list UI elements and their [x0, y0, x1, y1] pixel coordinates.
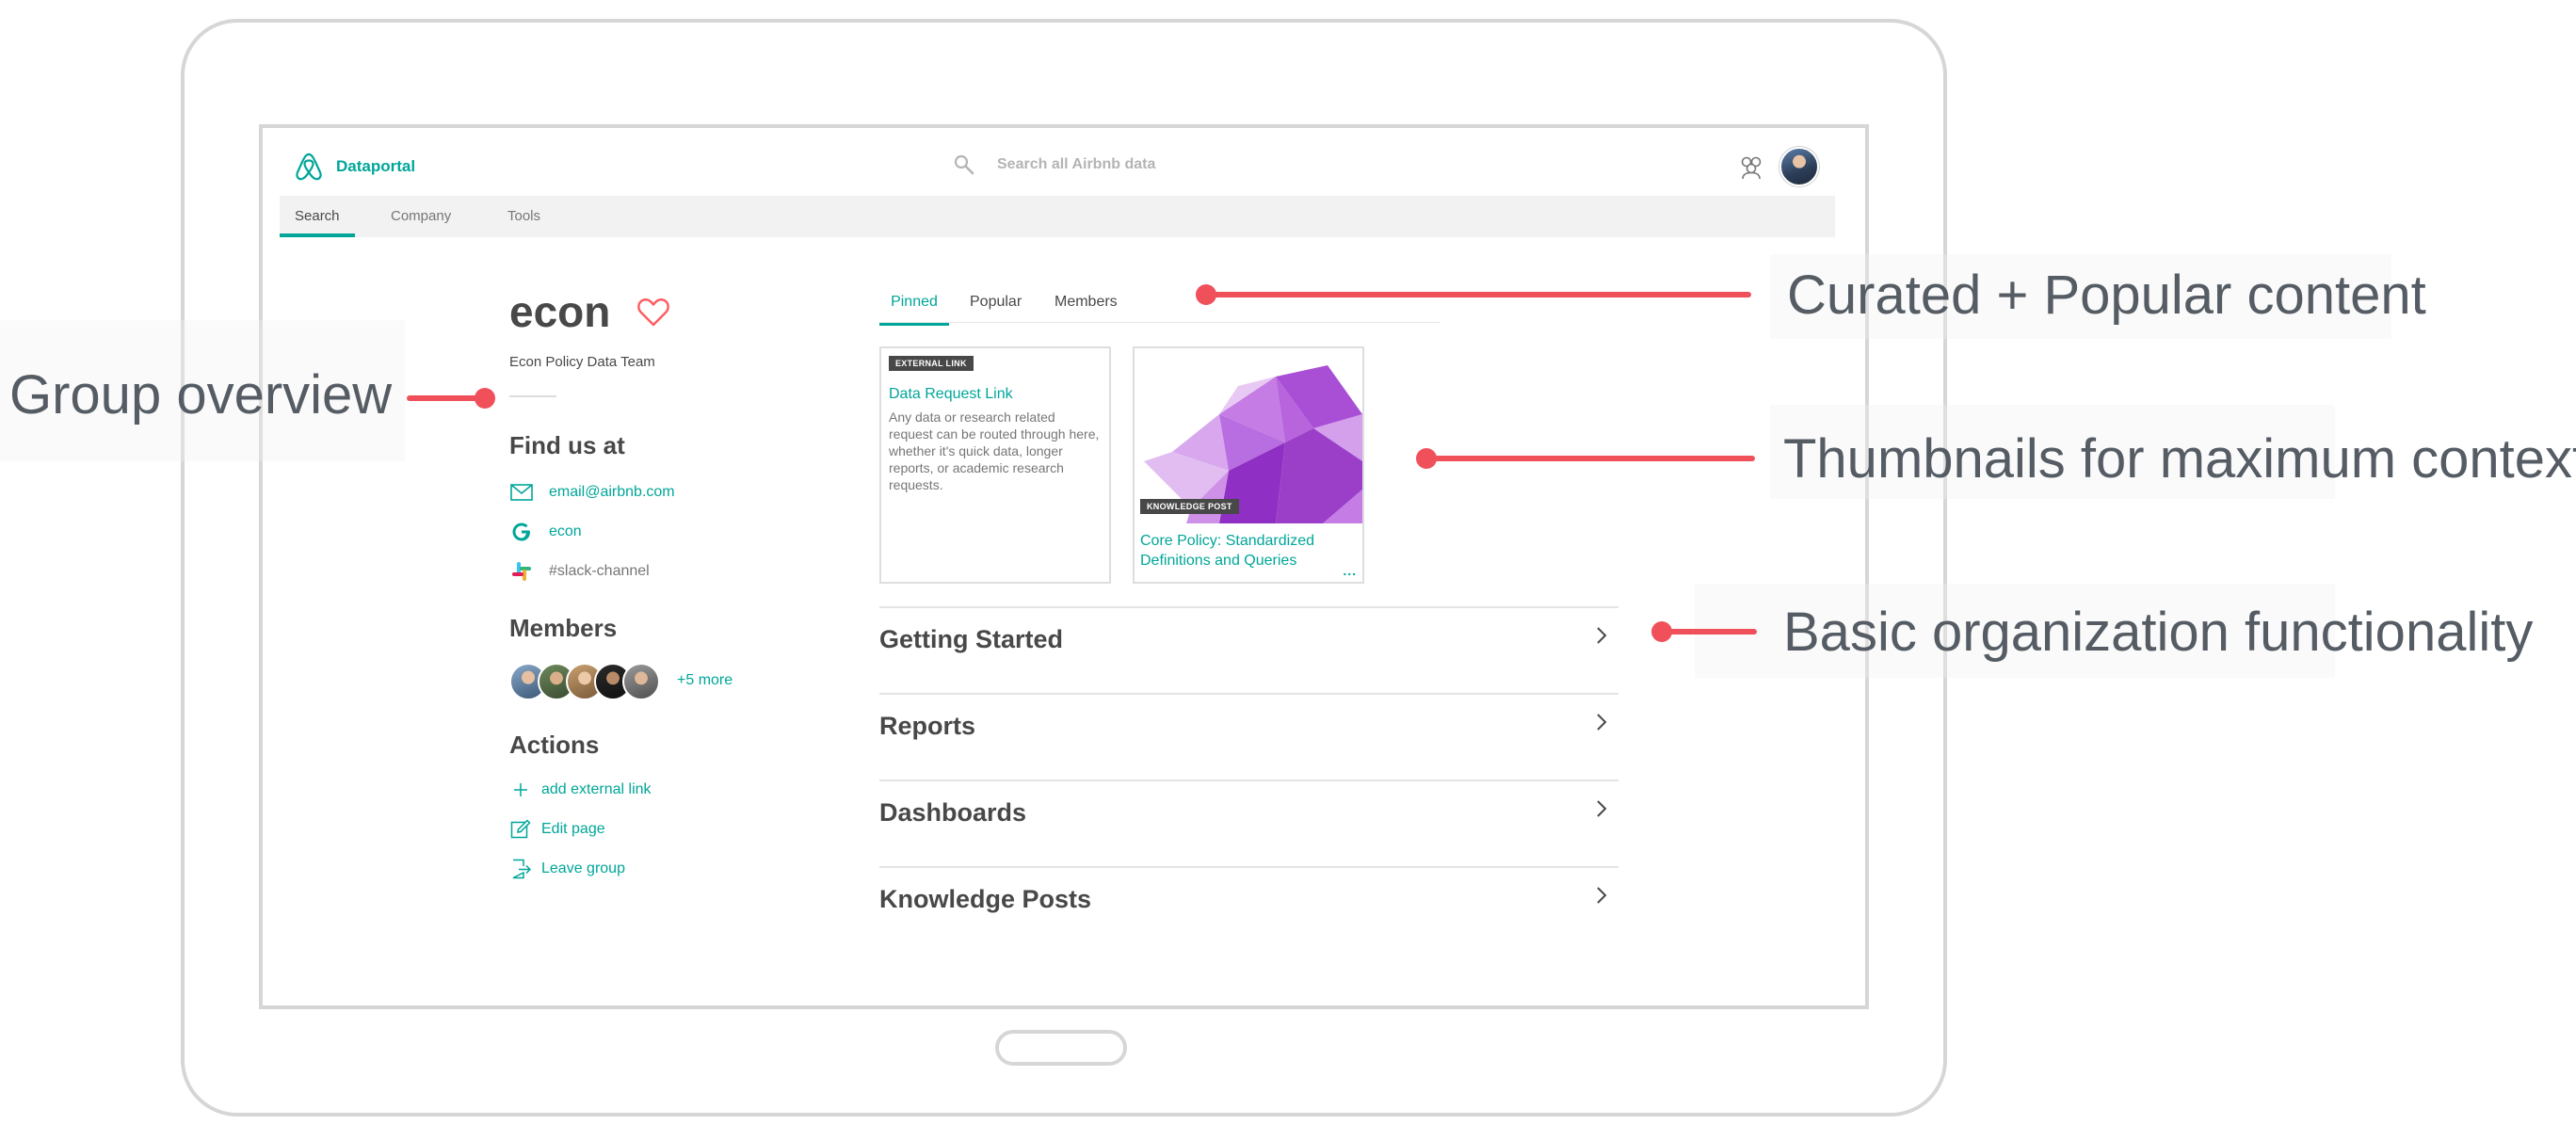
- user-avatar[interactable]: [1779, 147, 1819, 186]
- pinned-card-knowledge-post[interactable]: KNOWLEDGE POST Core Policy: Standardized…: [1133, 346, 1364, 584]
- tabs-divider: [879, 322, 1440, 323]
- divider: [509, 395, 556, 397]
- contact-google-group[interactable]: econ: [509, 520, 582, 544]
- tab-popular[interactable]: Popular: [970, 286, 1022, 326]
- section-row[interactable]: Knowledge Posts: [879, 866, 1618, 953]
- knowledge-post-tag: KNOWLEDGE POST: [1140, 499, 1239, 514]
- section-row[interactable]: Dashboards: [879, 779, 1618, 866]
- edit-page-action[interactable]: Edit page: [509, 817, 605, 842]
- annotation-connector: [1207, 292, 1751, 297]
- action-label[interactable]: Leave group: [541, 860, 625, 877]
- app-screen: Dataportal Search Company Tools econ Eco…: [259, 124, 1869, 1009]
- group-title: econ: [509, 287, 611, 336]
- contact-email[interactable]: email@airbnb.com: [509, 480, 675, 505]
- card-description: Any data or research related request can…: [889, 410, 1100, 492]
- tab-pinned[interactable]: Pinned: [879, 286, 949, 326]
- more-members-link[interactable]: +5 more: [677, 672, 733, 689]
- search-icon: [954, 154, 974, 175]
- section-label[interactable]: Knowledge Posts: [879, 885, 1091, 914]
- google-group-link[interactable]: econ: [549, 523, 582, 540]
- action-label[interactable]: Edit page: [541, 821, 605, 838]
- annotation-connector: [1427, 456, 1755, 461]
- section-label[interactable]: Dashboards: [879, 798, 1026, 828]
- member-avatars[interactable]: [509, 663, 660, 700]
- avatar[interactable]: [622, 663, 660, 700]
- annotation-connector: [1663, 629, 1757, 635]
- leave-icon: [509, 858, 532, 880]
- chevron-right-icon: [1597, 714, 1607, 731]
- action-label[interactable]: add external link: [541, 781, 652, 798]
- nav-tab-search[interactable]: Search: [280, 196, 355, 237]
- group-subtitle: Econ Policy Data Team: [509, 354, 655, 370]
- section-label[interactable]: Reports: [879, 712, 975, 741]
- add-external-link-action[interactable]: add external link: [509, 778, 652, 802]
- top-header: Dataportal: [263, 128, 1865, 200]
- slack-channel-link[interactable]: #slack-channel: [549, 563, 650, 580]
- envelope-icon: [509, 481, 534, 504]
- nav-tab-company[interactable]: Company: [376, 196, 466, 237]
- annotation-organization: Basic organization functionality: [1783, 602, 2534, 663]
- card-title[interactable]: Core Policy: Standardized Definitions an…: [1140, 531, 1357, 570]
- nav-tab-tools[interactable]: Tools: [492, 196, 555, 237]
- groups-icon[interactable]: [1737, 154, 1765, 181]
- members-heading: Members: [509, 614, 618, 642]
- pinned-card-external-link[interactable]: EXTERNAL LINK Data Request Link Any data…: [879, 346, 1111, 584]
- email-link[interactable]: email@airbnb.com: [549, 484, 675, 501]
- brand-name[interactable]: Dataportal: [336, 157, 415, 176]
- tab-members[interactable]: Members: [1055, 286, 1118, 326]
- slack-icon: [509, 560, 534, 583]
- find-us-heading: Find us at: [509, 431, 625, 459]
- leave-group-action[interactable]: Leave group: [509, 857, 625, 881]
- airbnb-logo-icon[interactable]: [293, 151, 325, 183]
- more-options-button[interactable]: ...: [1343, 563, 1357, 578]
- section-row[interactable]: Getting Started: [879, 606, 1618, 693]
- chevron-right-icon: [1597, 800, 1607, 817]
- annotation-connector: [407, 395, 482, 401]
- section-label[interactable]: Getting Started: [879, 625, 1063, 654]
- section-row[interactable]: Reports: [879, 693, 1618, 779]
- edit-icon: [509, 818, 532, 841]
- main-nav: Search Company Tools: [280, 196, 1835, 237]
- knowledge-post-thumbnail: [1135, 348, 1362, 523]
- tablet-home-button[interactable]: [995, 1030, 1127, 1066]
- plus-icon: [509, 779, 532, 801]
- chevron-right-icon: [1597, 887, 1607, 904]
- annotation-thumbnails: Thumbnails for maximum context: [1783, 428, 2576, 490]
- annotation-dot: [475, 388, 495, 409]
- favorite-heart-icon[interactable]: [636, 296, 670, 328]
- actions-heading: Actions: [509, 731, 600, 759]
- search-input[interactable]: [997, 149, 1487, 181]
- contact-slack[interactable]: #slack-channel: [509, 559, 650, 584]
- google-icon: [509, 521, 534, 543]
- card-title[interactable]: Data Request Link: [889, 386, 1013, 403]
- annotation-curated-content: Curated + Popular content: [1787, 265, 2426, 326]
- annotation-group-overview: Group overview: [9, 364, 393, 426]
- chevron-right-icon: [1597, 627, 1607, 644]
- external-link-tag: EXTERNAL LINK: [889, 356, 974, 371]
